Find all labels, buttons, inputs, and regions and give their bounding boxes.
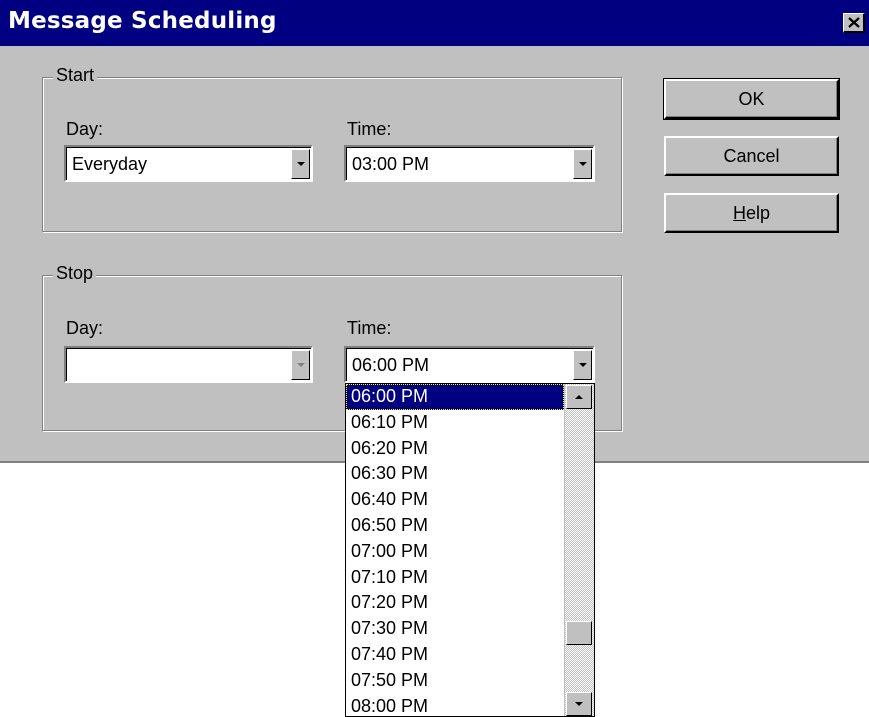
- window-title: Message Scheduling: [8, 8, 277, 34]
- close-button[interactable]: [843, 13, 865, 33]
- time-option[interactable]: 08:00 PM: [346, 694, 564, 716]
- help-button-label: Help: [732, 202, 771, 223]
- chevron-down-icon: [296, 363, 305, 367]
- stop-day-combobox[interactable]: [64, 346, 313, 383]
- stop-time-dropdown-button[interactable]: [573, 350, 592, 380]
- chevron-down-icon: [575, 702, 583, 706]
- start-legend: Start: [53, 65, 98, 86]
- scroll-down-button[interactable]: [566, 692, 592, 716]
- stop-time-value: 06:00 PM: [352, 355, 430, 375]
- stop-time-combobox[interactable]: 06:00 PM: [344, 346, 595, 383]
- cancel-button[interactable]: Cancel: [664, 136, 839, 176]
- time-option[interactable]: 07:10 PM: [346, 565, 564, 591]
- ok-button[interactable]: OK: [663, 78, 840, 120]
- start-day-combobox[interactable]: Everyday: [64, 145, 313, 182]
- scroll-thumb[interactable]: [566, 621, 592, 645]
- chevron-down-icon: [296, 162, 305, 166]
- time-option[interactable]: 06:30 PM: [346, 461, 564, 487]
- stop-time-label: Time:: [347, 318, 392, 338]
- time-option[interactable]: 07:00 PM: [346, 539, 564, 565]
- stop-legend: Stop: [53, 263, 97, 284]
- chevron-up-icon: [575, 395, 583, 399]
- time-option[interactable]: 06:10 PM: [346, 410, 564, 436]
- stop-time-dropdown-list[interactable]: 06:00 PM 06:10 PM 06:20 PM 06:30 PM 06:40 PM…: [345, 383, 595, 717]
- scroll-up-button[interactable]: [566, 385, 592, 409]
- close-icon: [847, 17, 860, 28]
- time-option[interactable]: 06:20 PM: [346, 436, 564, 462]
- ok-button-label: OK: [738, 88, 765, 109]
- time-option[interactable]: 07:40 PM: [346, 642, 564, 668]
- time-option[interactable]: 06:50 PM: [346, 513, 564, 539]
- start-day-dropdown-button[interactable]: [291, 149, 310, 179]
- chevron-down-icon: [578, 162, 587, 166]
- time-options-list: 06:00 PM 06:10 PM 06:20 PM 06:30 PM 06:40 PM…: [346, 384, 564, 716]
- start-time-label: Time:: [347, 119, 392, 139]
- time-option[interactable]: 07:30 PM: [346, 616, 564, 642]
- start-time-value: 03:00 PM: [352, 154, 430, 174]
- stop-day-dropdown-button[interactable]: [291, 350, 310, 380]
- time-option[interactable]: 06:40 PM: [346, 487, 564, 513]
- start-day-value: Everyday: [72, 154, 148, 174]
- start-time-combobox[interactable]: 03:00 PM: [344, 145, 595, 182]
- start-time-dropdown-button[interactable]: [573, 149, 592, 179]
- dropdown-scrollbar[interactable]: [564, 384, 594, 716]
- stop-day-label: Day:: [66, 318, 104, 338]
- time-option[interactable]: 07:50 PM: [346, 668, 564, 694]
- help-button[interactable]: Help: [664, 193, 839, 233]
- title-bar[interactable]: Message Scheduling: [0, 0, 869, 46]
- chevron-down-icon: [578, 363, 587, 367]
- cancel-button-label: Cancel: [723, 145, 780, 166]
- time-option[interactable]: 07:20 PM: [346, 590, 564, 616]
- start-day-label: Day:: [66, 119, 104, 139]
- time-option[interactable]: 06:00 PM: [346, 384, 564, 410]
